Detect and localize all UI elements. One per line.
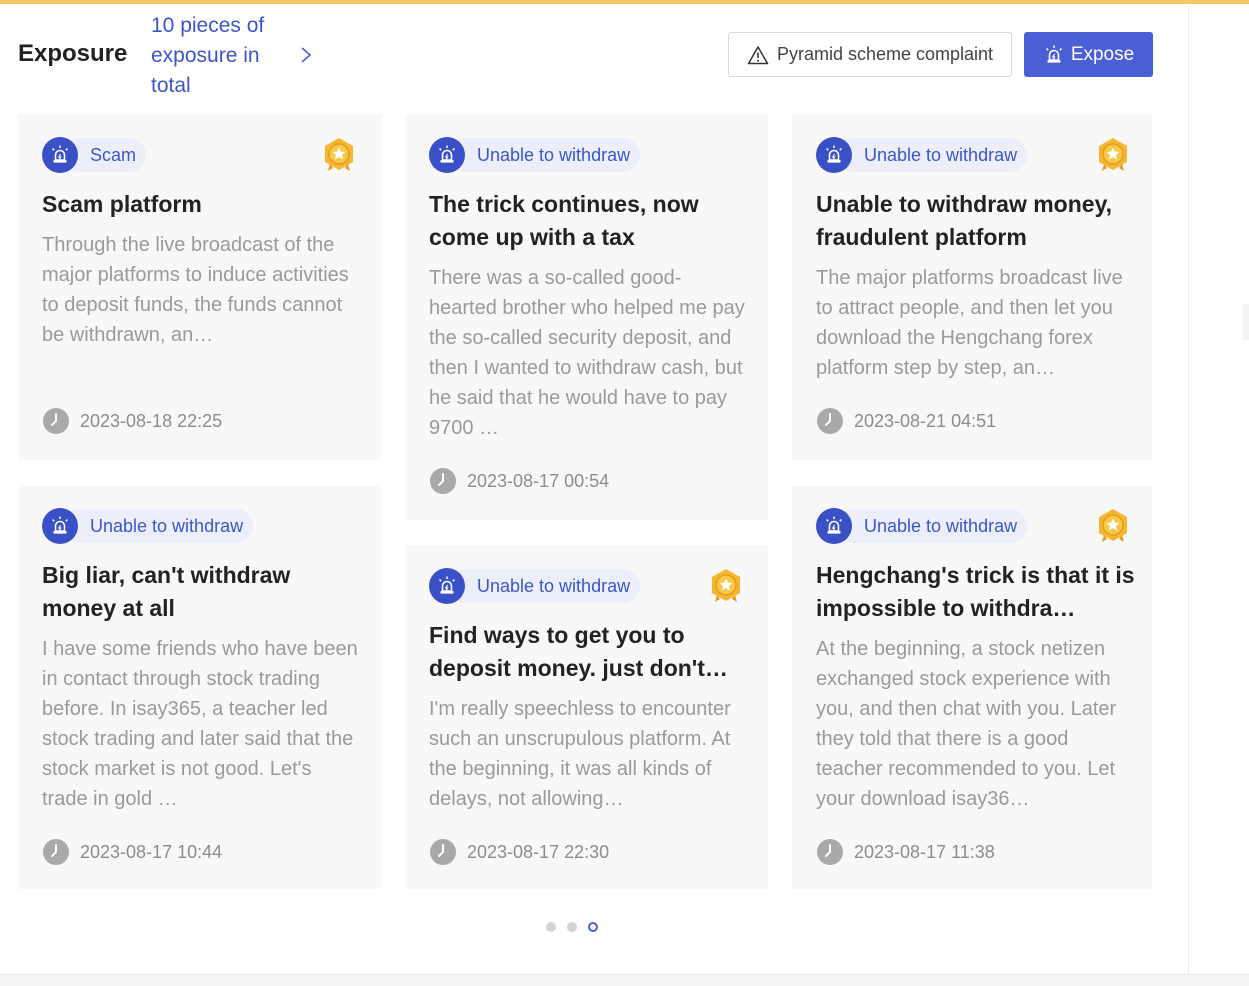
- card-title: Find ways to get you to deposit money. j…: [429, 622, 728, 681]
- alarm-icon: [429, 137, 465, 173]
- carousel-pagination: [546, 922, 598, 932]
- expose-button-label: Expose: [1070, 43, 1135, 65]
- alarm-icon: [816, 137, 852, 173]
- card-time-text: 2023-08-18 22:25: [80, 410, 223, 431]
- clock-icon: [430, 839, 456, 865]
- bottom-divider: [0, 974, 1249, 986]
- exposure-card[interactable]: Scam Scam platform Through the live broa…: [18, 114, 381, 460]
- card-timestamp: 2023-08-21 04:51: [816, 407, 996, 435]
- card-description: There was a so-called good-hearted broth…: [429, 267, 745, 439]
- exposure-card[interactable]: Unable to withdraw Unable to withdraw mo…: [792, 114, 1152, 460]
- category-tag: Unable to withdraw: [816, 136, 1028, 174]
- exposure-count-link[interactable]: 10 pieces of exposure in total: [151, 11, 291, 101]
- alarm-icon: [42, 508, 78, 544]
- card-timestamp: 2023-08-17 00:54: [429, 467, 609, 495]
- category-tag-label: Unable to withdraw: [62, 509, 254, 543]
- card-description: I have some friends who have been in con…: [42, 638, 358, 810]
- card-timestamp: 2023-08-18 22:25: [42, 407, 222, 435]
- card-time-text: 2023-08-17 22:30: [467, 841, 610, 862]
- card-title: The trick continues, now come up with a …: [429, 191, 699, 250]
- chevron-right-icon[interactable]: [296, 44, 316, 66]
- clock-icon: [43, 408, 69, 434]
- card-timestamp: 2023-08-17 22:30: [429, 838, 609, 866]
- alarm-icon: [1045, 45, 1062, 63]
- gold-medal-icon: [1099, 138, 1127, 171]
- category-tag: Unable to withdraw: [816, 507, 1028, 545]
- clock-icon: [43, 839, 69, 865]
- exposure-card[interactable]: Unable to withdraw Hengchang's trick is …: [792, 485, 1152, 889]
- pagination-dot-active[interactable]: [588, 922, 598, 932]
- section-title: Exposure: [18, 40, 128, 67]
- expose-button[interactable]: Expose: [1024, 32, 1153, 77]
- card-title: Hengchang's trick is that it is impossib…: [816, 562, 1135, 621]
- category-tag-label: Unable to withdraw: [836, 138, 1028, 172]
- gold-medal-icon: [325, 138, 353, 171]
- category-tag-label: Unable to withdraw: [836, 509, 1028, 543]
- complaint-button-label: Pyramid scheme complaint: [776, 44, 994, 64]
- card-time-text: 2023-08-17 00:54: [467, 470, 610, 491]
- gold-medal-icon: [712, 569, 740, 602]
- category-tag-label: Unable to withdraw: [449, 569, 641, 603]
- alarm-icon: [816, 508, 852, 544]
- card-title: Scam platform: [42, 191, 202, 217]
- category-tag: Unable to withdraw: [429, 136, 641, 174]
- right-side-panel: [1188, 4, 1249, 974]
- top-accent-bar: [0, 0, 1249, 4]
- exposure-card[interactable]: Unable to withdraw Find ways to get you …: [405, 545, 768, 889]
- category-tag: Scam: [42, 136, 147, 174]
- card-description: I'm really speechless to encounter such …: [429, 698, 731, 810]
- exposure-card[interactable]: Unable to withdraw The trick continues, …: [405, 114, 768, 520]
- card-description: Through the live broadcast of the major …: [42, 234, 349, 346]
- pagination-dot[interactable]: [546, 922, 556, 932]
- category-tag: Unable to withdraw: [42, 507, 254, 545]
- warning-icon: [747, 45, 769, 64]
- card-time-text: 2023-08-17 11:38: [854, 841, 995, 862]
- clock-icon: [430, 468, 456, 494]
- card-description: At the beginning, a stock netizen exchan…: [816, 638, 1117, 810]
- category-tag-label: Unable to withdraw: [449, 138, 641, 172]
- card-title: Big liar, can't withdraw money at all: [42, 562, 291, 621]
- clock-icon: [817, 839, 843, 865]
- side-scroll-nub[interactable]: [1243, 304, 1249, 340]
- alarm-icon: [429, 568, 465, 604]
- pyramid-scheme-complaint-button[interactable]: Pyramid scheme complaint: [728, 32, 1012, 77]
- alarm-icon: [42, 137, 78, 173]
- card-timestamp: 2023-08-17 11:38: [816, 838, 995, 866]
- card-timestamp: 2023-08-17 10:44: [42, 838, 222, 866]
- card-time-text: 2023-08-17 10:44: [80, 841, 223, 862]
- category-tag: Unable to withdraw: [429, 567, 641, 605]
- card-time-text: 2023-08-21 04:51: [854, 410, 997, 431]
- exposure-card[interactable]: Unable to withdraw Big liar, can't withd…: [18, 485, 381, 889]
- pagination-dot[interactable]: [567, 922, 577, 932]
- card-title: Unable to withdraw money, fraudulent pla…: [816, 191, 1113, 250]
- clock-icon: [817, 408, 843, 434]
- card-description: The major platforms broadcast live to at…: [816, 267, 1123, 379]
- gold-medal-icon: [1099, 509, 1127, 542]
